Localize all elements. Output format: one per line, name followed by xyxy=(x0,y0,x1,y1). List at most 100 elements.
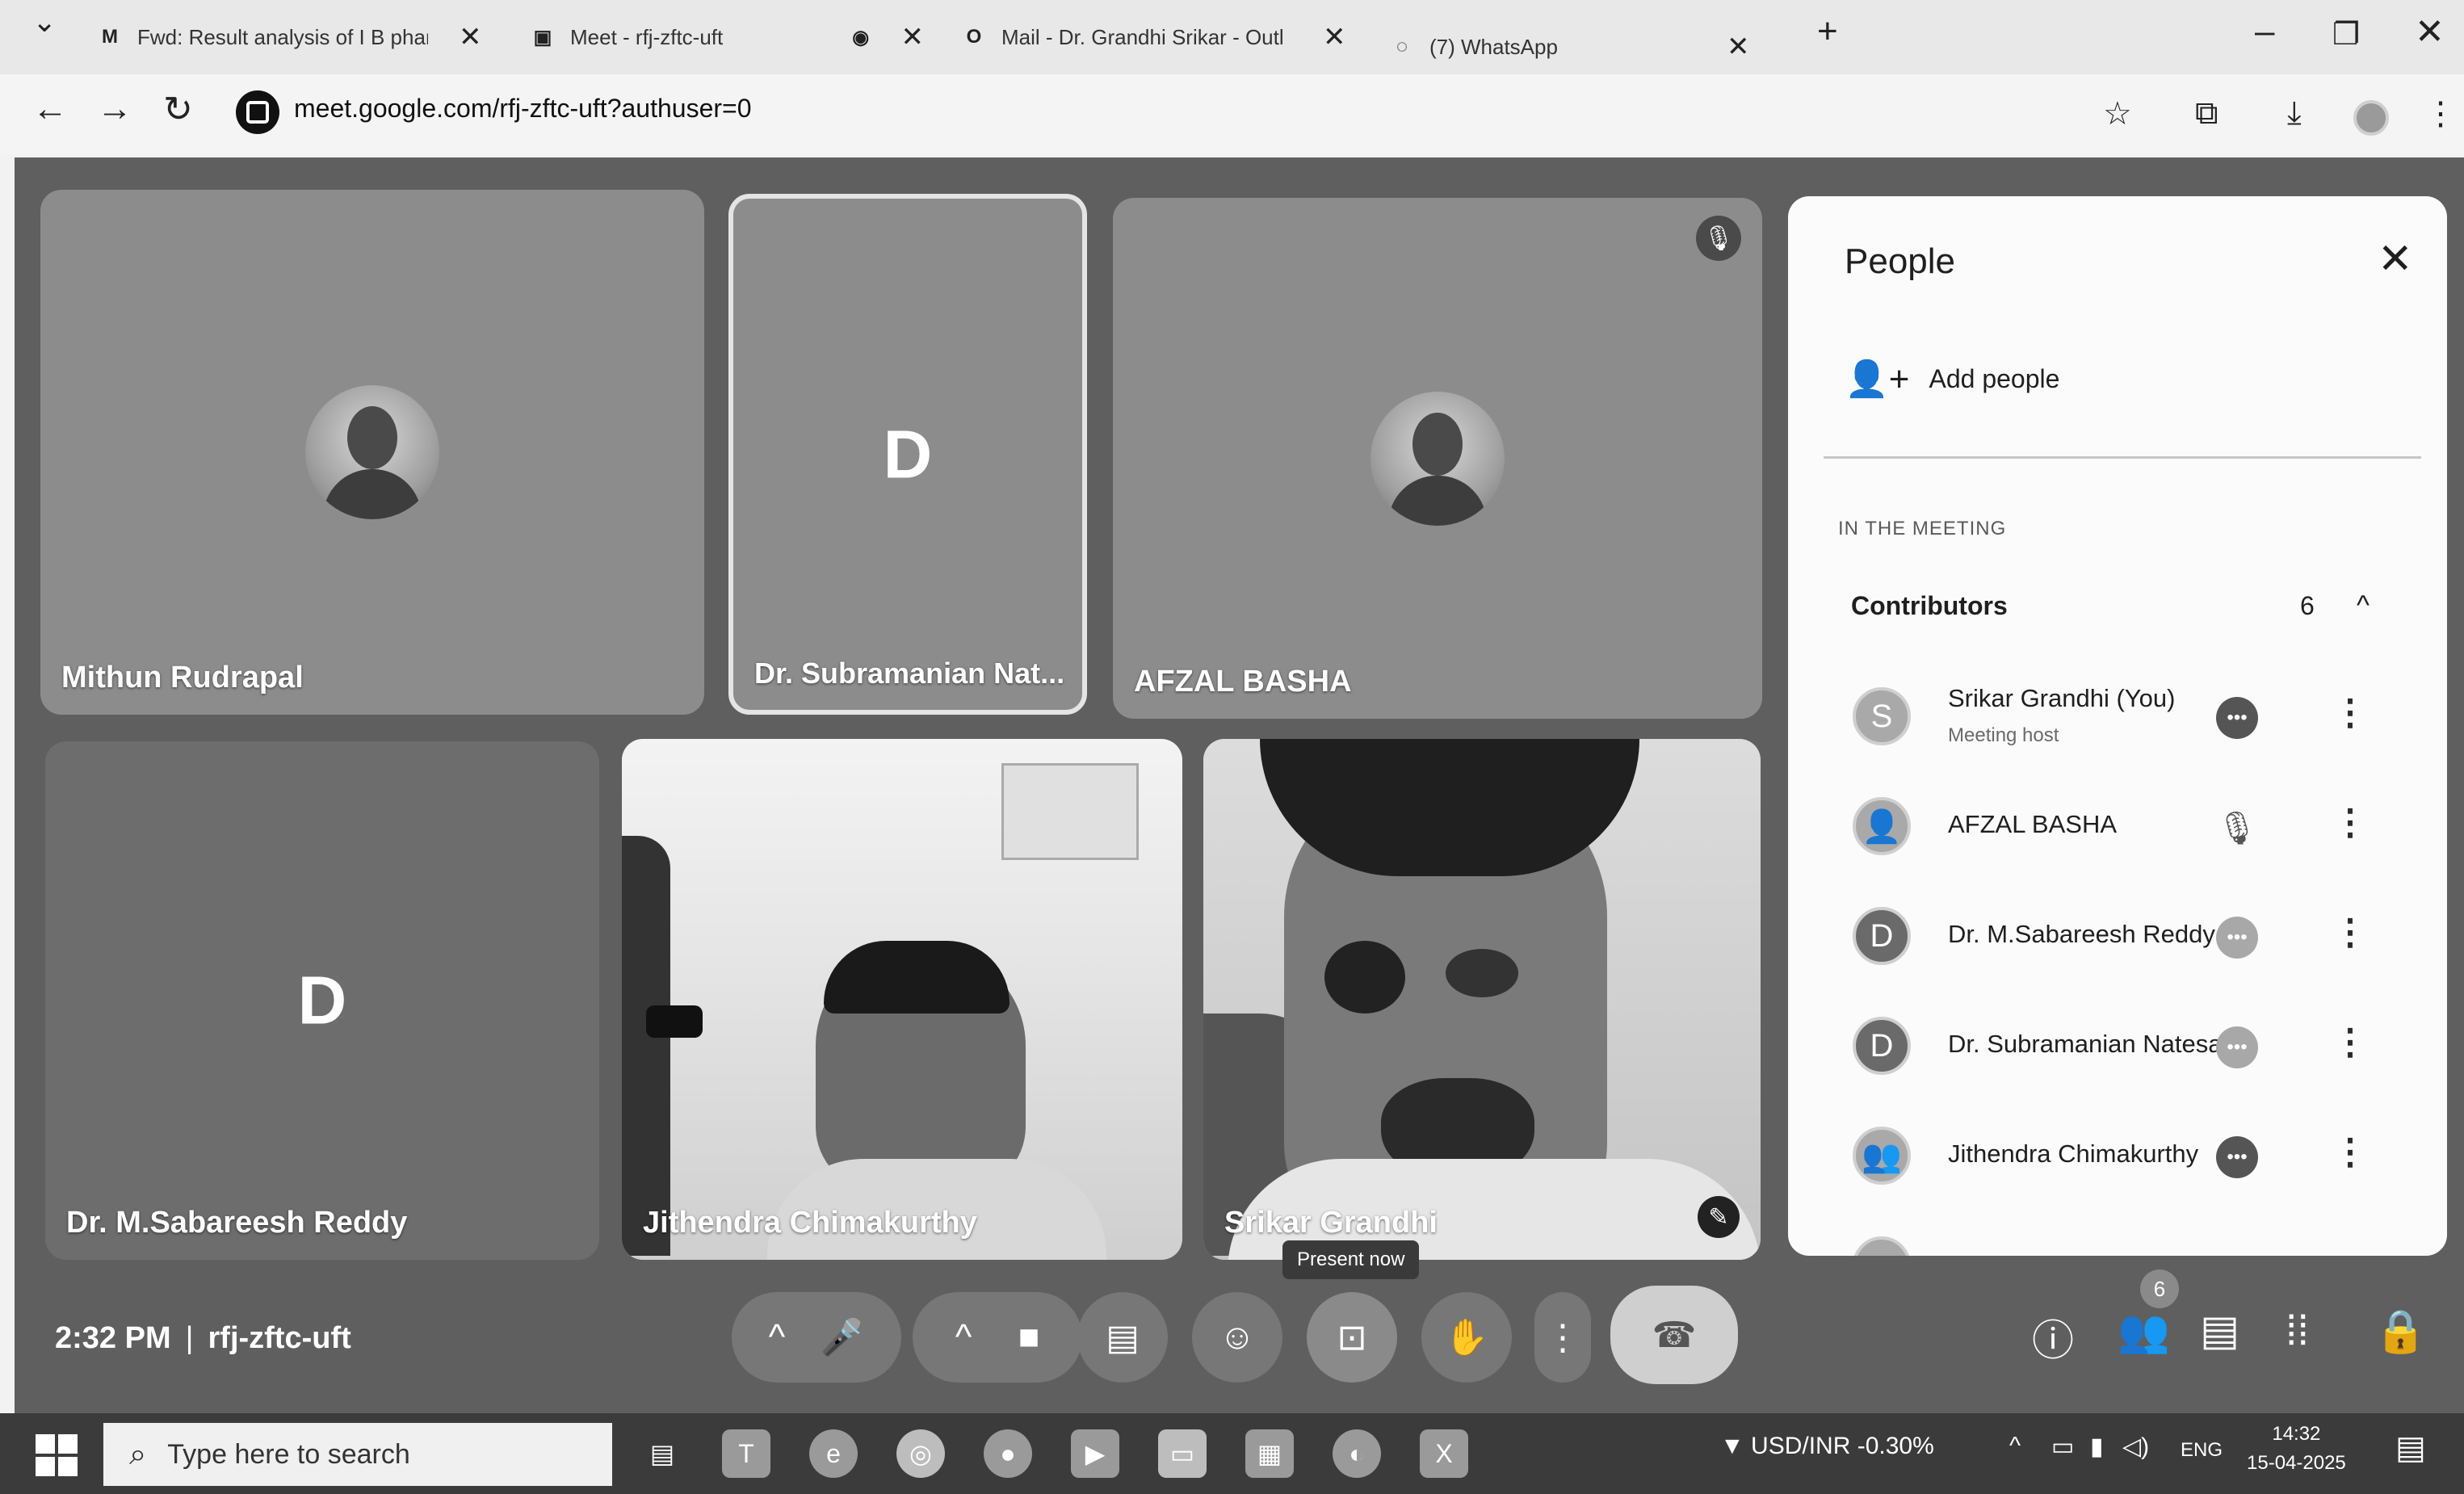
tab-whatsapp[interactable]: ◌ (7) WhatsApp ✕ xyxy=(1389,16,1777,78)
notifications-icon[interactable]: ▤ xyxy=(2395,1429,2426,1467)
tab-outlook[interactable]: O Mail - Dr. Grandhi Srikar - Outl ✕ xyxy=(961,6,1357,68)
media-player-icon[interactable]: ▶ xyxy=(1071,1429,1119,1478)
browser-menu-icon[interactable]: ⋮ xyxy=(2424,95,2457,132)
hand-icon: ✋ xyxy=(1444,1318,1489,1358)
file-explorer-icon[interactable]: ▭ xyxy=(1158,1429,1207,1478)
forward-icon[interactable]: → xyxy=(97,89,132,129)
firefox-icon[interactable]: ● xyxy=(984,1429,1032,1478)
back-icon[interactable]: ← xyxy=(32,89,68,129)
separator: | xyxy=(185,1321,194,1355)
task-view-icon[interactable]: ▤ xyxy=(638,1429,686,1478)
window-close-icon[interactable]: ✕ xyxy=(2415,11,2445,52)
profile-avatar[interactable] xyxy=(2353,100,2389,136)
audio-level-icon: ••• xyxy=(2216,1026,2258,1068)
extensions-icon[interactable]: ⧉ xyxy=(2195,95,2218,132)
chevron-up-icon[interactable]: ^ xyxy=(2357,590,2370,622)
app-icon[interactable]: ◐ xyxy=(1333,1429,1381,1478)
participant-row[interactable]: D Dr. M.Sabareesh Reddy ••• ⋮ xyxy=(1815,884,2421,989)
currency-change: -0.30% xyxy=(1857,1433,1934,1459)
video-feed xyxy=(1203,739,1761,1260)
tab-title: Mail - Dr. Grandhi Srikar - Outl xyxy=(1001,24,1284,49)
participant-row[interactable]: D Dr. Subramanian Natesan ••• ⋮ xyxy=(1815,994,2421,1099)
currency-pair: USD/INR xyxy=(1751,1433,1851,1459)
more-options-icon[interactable]: ⋮ xyxy=(2332,802,2368,843)
video-options-chevron-icon[interactable]: ^ xyxy=(955,1317,972,1358)
microphone-control[interactable]: ^ 🎤 xyxy=(732,1292,901,1383)
participant-tile[interactable]: Mithun Rudrapal xyxy=(40,190,704,715)
participant-tile[interactable]: D Dr. Subramanian Nat... xyxy=(728,194,1087,715)
microphone-icon[interactable]: 🎤 xyxy=(821,1316,865,1358)
more-options-icon[interactable]: ⋮ xyxy=(2332,692,2368,733)
participant-row[interactable]: S Srikar Grandhi (You) Meeting host ••• … xyxy=(1815,665,2421,770)
close-panel-icon[interactable]: ✕ xyxy=(2378,235,2413,283)
meeting-details-icon[interactable]: ⓘ xyxy=(2032,1307,2074,1367)
avatar: 👥 xyxy=(1853,1127,1911,1185)
tab-recording[interactable]: ◉ ✕ xyxy=(851,6,924,68)
contributors-group-header[interactable]: Contributors 6 ^ xyxy=(1815,576,2421,636)
participant-name: Mithun Rudrapal xyxy=(61,661,304,695)
more-options-button[interactable]: ⋮ xyxy=(1534,1292,1591,1383)
participant-row[interactable]: 👤 AFZAL BASHA 🎙 ⋮ xyxy=(1815,774,2421,879)
chat-icon[interactable]: ▤ xyxy=(2200,1307,2239,1355)
download-icon[interactable]: ⤓ xyxy=(2287,95,2302,132)
avatar: D xyxy=(1853,1017,1911,1075)
more-vert-icon: ⋮ xyxy=(1545,1317,1580,1358)
teams-icon[interactable]: T xyxy=(722,1429,770,1478)
participant-row[interactable] xyxy=(1815,1214,2421,1256)
language-indicator[interactable]: ENG xyxy=(2181,1439,2223,1462)
battery-icon[interactable]: ▮ xyxy=(2090,1433,2104,1461)
more-options-icon[interactable]: ⋮ xyxy=(2332,912,2368,953)
video-feed xyxy=(622,739,1182,1260)
captions-button[interactable]: ▤ xyxy=(1077,1292,1168,1383)
participant-name: Dr. M.Sabareesh Reddy xyxy=(1948,920,2215,948)
network-icon[interactable]: ▭ xyxy=(2051,1433,2074,1461)
site-info-icon[interactable] xyxy=(236,90,279,134)
system-clock[interactable]: 14:32 15-04-2025 xyxy=(2247,1420,2346,1478)
leave-call-button[interactable]: ☎ xyxy=(1610,1286,1738,1384)
people-icon[interactable]: 👥 xyxy=(2118,1307,2170,1356)
more-options-icon[interactable]: ⋮ xyxy=(2332,1131,2368,1173)
edge-icon[interactable]: e xyxy=(809,1429,858,1478)
tray-chevron-icon[interactable]: ^ xyxy=(2009,1433,2021,1460)
participant-tile[interactable]: 🎙 AFZAL BASHA xyxy=(1113,198,1762,719)
more-options-icon[interactable]: ⋮ xyxy=(2332,1022,2368,1063)
office-icon[interactable]: ▦ xyxy=(1245,1429,1294,1478)
camera-icon[interactable]: ■ xyxy=(1018,1317,1040,1358)
tab-gmail[interactable]: M Fwd: Result analysis of I B phar ✕ xyxy=(97,6,501,68)
tab-title: Fwd: Result analysis of I B phar xyxy=(137,24,428,49)
captions-icon: ▤ xyxy=(1106,1317,1140,1358)
chrome-icon[interactable]: ◎ xyxy=(896,1429,945,1478)
host-controls-icon[interactable]: 🔒 xyxy=(2374,1307,2427,1356)
reload-icon[interactable]: ↻ xyxy=(163,89,193,130)
volume-icon[interactable]: ◁) xyxy=(2122,1433,2149,1461)
url-field[interactable]: meet.google.com/rfj-zftc-uft?authuser=0 xyxy=(294,94,752,124)
participant-tile[interactable]: ✎ Srikar Grandhi xyxy=(1203,739,1761,1260)
close-icon[interactable]: ✕ xyxy=(459,21,482,53)
audio-options-chevron-icon[interactable]: ^ xyxy=(769,1317,786,1358)
participant-tile[interactable]: Jithendra Chimakurthy xyxy=(622,739,1182,1260)
add-people-button[interactable]: 👤+ Add people xyxy=(1845,358,2059,400)
section-label: IN THE MEETING xyxy=(1838,518,2007,539)
start-button[interactable] xyxy=(36,1434,78,1476)
restore-icon[interactable]: ❐ xyxy=(2332,16,2360,52)
taskbar-search[interactable]: ⌕ Type here to search xyxy=(103,1423,612,1486)
bookmark-star-icon[interactable]: ☆ xyxy=(2103,95,2132,132)
minimize-icon[interactable]: – xyxy=(2255,11,2274,52)
participant-tile[interactable]: D Dr. M.Sabareesh Reddy xyxy=(45,741,599,1260)
close-icon[interactable]: ✕ xyxy=(1323,21,1346,53)
present-now-button[interactable]: ⊡ xyxy=(1307,1292,1397,1383)
reactions-button[interactable]: ☺ xyxy=(1192,1292,1282,1383)
gmail-icon: M xyxy=(102,26,118,48)
camera-control[interactable]: ^ ■ xyxy=(913,1292,1082,1383)
close-icon[interactable]: ✕ xyxy=(901,21,925,53)
raise-hand-button[interactable]: ✋ xyxy=(1421,1292,1512,1383)
tab-meet[interactable]: ▣ Meet - rfj-zftc-uft xyxy=(530,6,788,68)
new-tab-icon[interactable]: + xyxy=(1817,11,1838,52)
excel-icon[interactable]: X xyxy=(1420,1429,1468,1478)
tab-search-chevron-icon[interactable]: ⌄ xyxy=(32,5,57,39)
close-icon[interactable]: ✕ xyxy=(1727,31,1750,63)
currency-widget[interactable]: ▼ USD/INR -0.30% xyxy=(1720,1433,1934,1460)
add-people-label: Add people xyxy=(1929,363,2060,393)
participant-row[interactable]: 👥 Jithendra Chimakurthy ••• ⋮ xyxy=(1815,1104,2421,1209)
activities-icon[interactable]: ⁞⁞ xyxy=(2286,1307,2309,1355)
